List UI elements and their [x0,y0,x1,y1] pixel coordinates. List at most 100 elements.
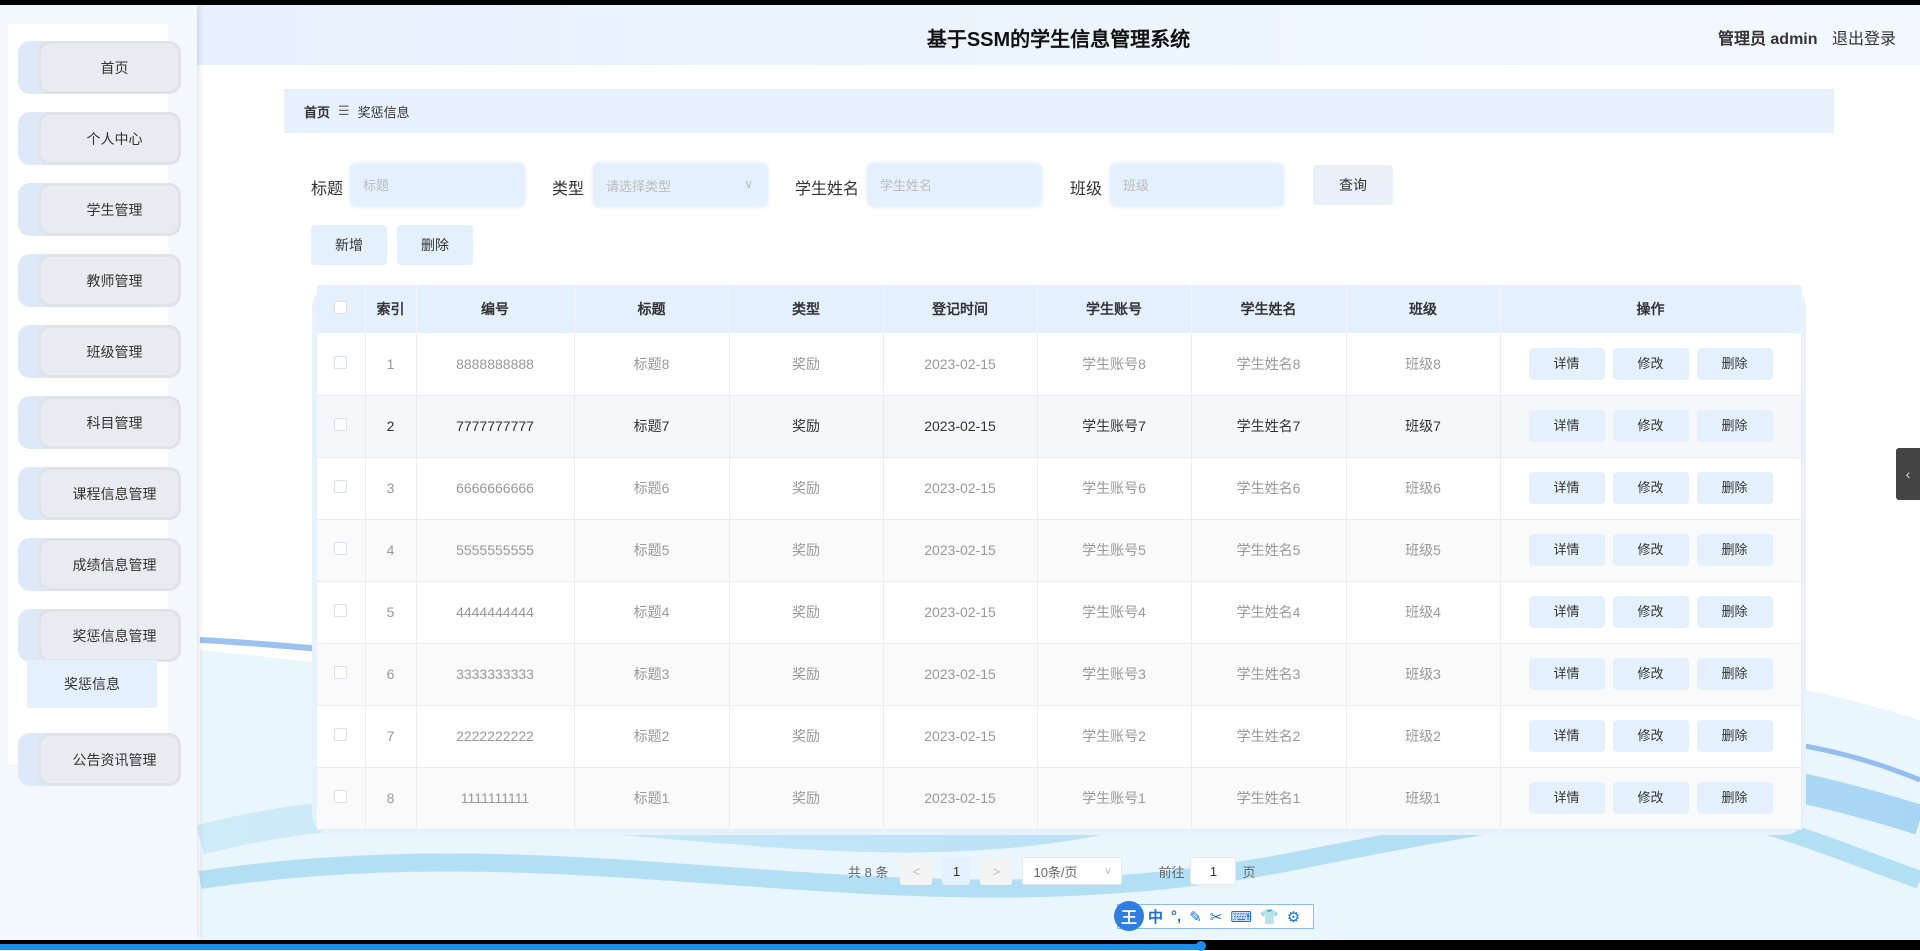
ime-punctuation-icon[interactable]: °, [1171,908,1181,925]
detail-button[interactable]: 详情 [1528,410,1605,442]
table-row[interactable]: 6 3333333333 标题3 奖励 2023-02-15 学生账号3 学生姓名3 班级3 详… [317,643,1802,706]
page-size-select[interactable]: 10条/页 ∨ [1022,857,1123,885]
sidebar-item[interactable]: 成绩信息管理 [18,538,181,591]
ime-language-icon[interactable]: 中 [1148,906,1163,927]
row-checkbox[interactable] [317,519,366,582]
class-input[interactable] [1111,164,1283,206]
delete-button[interactable]: 删除 [1696,596,1773,628]
sidebar-item[interactable]: 公告资讯管理 [18,733,181,786]
detail-button[interactable]: 详情 [1528,782,1605,814]
cell-date: 2023-02-15 [883,767,1038,830]
table-row[interactable]: 3 6666666666 标题6 奖励 2023-02-15 学生账号6 学生姓名6 班级6 详… [317,457,1802,520]
row-checkbox[interactable] [317,395,366,458]
ime-toolbar[interactable]: 王 中 °, ✎ ✂ ⌨ 👕 ⚙ [1114,901,1314,931]
detail-button[interactable]: 详情 [1528,472,1605,504]
query-button[interactable]: 查询 [1313,165,1393,205]
cell-account: 学生账号5 [1037,519,1192,582]
pen-icon[interactable]: ✎ [1189,908,1202,926]
delete-button[interactable]: 删除 [1696,720,1773,752]
row-checkbox[interactable] [317,581,366,644]
cell-type: 奖励 [729,333,884,396]
table-row[interactable]: 5 4444444444 标题4 奖励 2023-02-15 学生账号4 学生姓名4 班级4 详… [317,581,1802,644]
breadcrumb: 首页 ☰ 奖惩信息 [284,89,1834,133]
detail-button[interactable]: 详情 [1528,534,1605,566]
cell-title: 标题6 [574,457,730,520]
collapse-side-tab[interactable]: ‹ [1896,448,1920,500]
sidebar-item[interactable]: 学生管理 [18,183,181,236]
delete-button[interactable]: 删除 [1696,410,1773,442]
cell-date: 2023-02-15 [883,457,1038,520]
page-number-1[interactable]: 1 [942,857,971,885]
delete-button[interactable]: 删除 [1696,534,1773,566]
table-row[interactable]: 4 5555555555 标题5 奖励 2023-02-15 学生账号5 学生姓名5 班级5 详… [317,519,1802,582]
type-select[interactable]: 请选择类型 ∨ [594,164,767,206]
sidebar-item[interactable]: 科目管理 [18,396,181,449]
breadcrumb-home[interactable]: 首页 [304,102,330,121]
prev-page-button[interactable]: < [900,857,933,885]
gear-icon[interactable]: ⚙ [1287,908,1300,926]
edit-button[interactable]: 修改 [1612,782,1689,814]
scissors-icon[interactable]: ✂ [1210,908,1223,926]
cell-name: 学生姓名8 [1191,333,1347,396]
shirt-icon[interactable]: 👕 [1260,908,1279,926]
delete-button[interactable]: 删除 [1696,472,1773,504]
column-header: 登记时间 [883,285,1038,333]
edit-button[interactable]: 修改 [1612,534,1689,566]
current-user: 管理员 admin [1717,31,1818,48]
cell-idx: 4 [365,519,417,582]
table-row[interactable]: 1 8888888888 标题8 奖励 2023-02-15 学生账号8 学生姓名8 班级8 详… [317,333,1802,396]
table-row[interactable]: 2 7777777777 标题7 奖励 2023-02-15 学生账号7 学生姓名7 班级7 详… [317,395,1802,458]
edit-button[interactable]: 修改 [1612,658,1689,690]
cell-no: 7777777777 [416,395,575,458]
delete-button[interactable]: 删除 [1696,658,1773,690]
detail-button[interactable]: 详情 [1528,658,1605,690]
goto-page-input[interactable]: 1 [1190,857,1237,885]
row-checkbox[interactable] [317,457,366,520]
sidebar-item[interactable]: 个人中心 [18,112,181,165]
rewards-table: 索引 编号 标题 类型 登记时间 学生账号 学生姓名 班级 操作 1 888888… [312,285,1806,835]
cell-cls: 班级7 [1346,395,1501,458]
column-header: 编号 [416,285,575,333]
sidebar-item[interactable]: 首页 [18,41,181,94]
detail-button[interactable]: 详情 [1528,347,1605,380]
logout-link[interactable]: 退出登录 [1832,31,1896,48]
student-name-input[interactable] [868,164,1041,206]
delete-button[interactable]: 删除 [1696,782,1773,814]
row-actions: 详情 修改 删除 [1500,643,1802,706]
row-actions: 详情 修改 删除 [1500,457,1802,520]
edit-button[interactable]: 修改 [1612,596,1689,628]
select-all-checkbox[interactable] [317,285,366,333]
add-button[interactable]: 新增 [311,225,387,265]
next-page-button[interactable]: > [980,857,1013,885]
table-row[interactable]: 7 2222222222 标题2 奖励 2023-02-15 学生账号2 学生姓名2 班级2 详… [317,705,1802,768]
edit-button[interactable]: 修改 [1612,347,1689,380]
row-checkbox[interactable] [317,767,366,830]
cell-date: 2023-02-15 [883,333,1038,396]
row-checkbox[interactable] [317,643,366,706]
row-checkbox[interactable] [317,705,366,768]
delete-button[interactable]: 删除 [1696,347,1773,380]
class-label: 班级 [1070,181,1103,198]
submenu-item-rewards-info[interactable]: 奖惩信息 [27,660,157,708]
keyboard-icon[interactable]: ⌨ [1230,908,1252,926]
cell-date: 2023-02-15 [883,643,1038,706]
sidebar-item[interactable]: 班级管理 [18,325,181,378]
title-input[interactable] [351,164,524,206]
detail-button[interactable]: 详情 [1528,720,1605,752]
cell-no: 8888888888 [416,333,575,396]
sidebar-item-label: 首页 [38,41,181,94]
detail-button[interactable]: 详情 [1528,596,1605,628]
edit-button[interactable]: 修改 [1612,410,1689,442]
cell-cls: 班级3 [1346,643,1501,706]
edit-button[interactable]: 修改 [1612,720,1689,752]
edit-button[interactable]: 修改 [1612,472,1689,504]
sidebar-item[interactable]: 课程信息管理 [18,467,181,520]
row-checkbox[interactable] [317,333,366,396]
cell-account: 学生账号6 [1037,457,1192,520]
table-row[interactable]: 8 1111111111 标题1 奖励 2023-02-15 学生账号1 学生姓名1 班级1 详… [317,767,1802,830]
sidebar-item[interactable]: 奖惩信息管理 [18,609,181,662]
batch-delete-button[interactable]: 删除 [397,225,473,265]
column-header: 学生姓名 [1191,285,1347,333]
page-size-value: 10条/页 [1033,864,1078,880]
sidebar-item[interactable]: 教师管理 [18,254,181,307]
